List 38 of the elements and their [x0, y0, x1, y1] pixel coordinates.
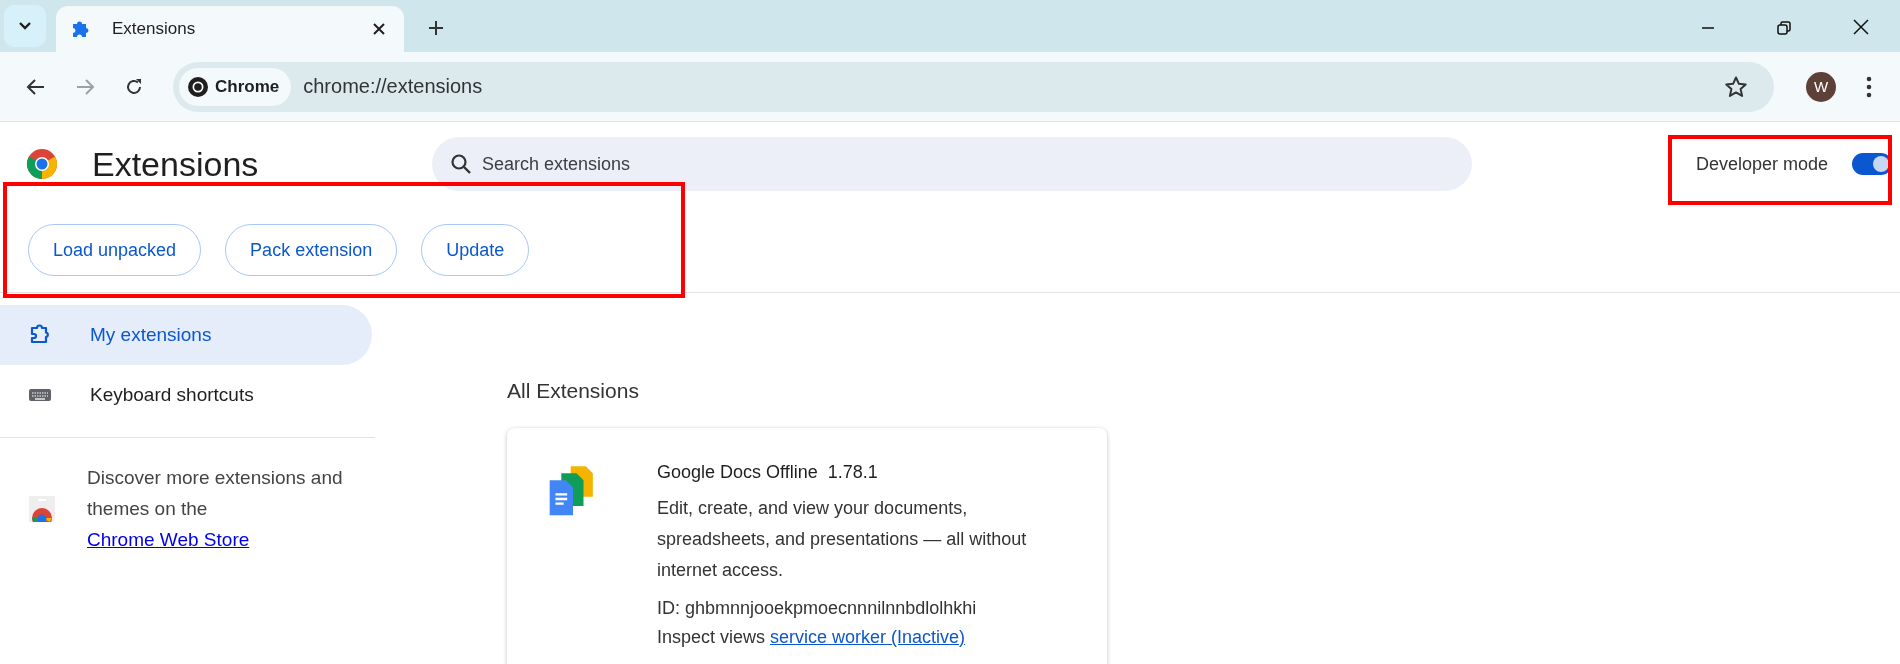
extension-name: Google Docs Offline — [657, 462, 818, 483]
action-button[interactable]: Pack extension — [225, 224, 398, 276]
close-icon[interactable] — [1852, 18, 1870, 36]
sidebar-item[interactable]: Keyboard shortcuts — [0, 365, 372, 425]
close-icon[interactable] — [372, 22, 386, 36]
developer-mode-label: Developer mode — [1695, 153, 1828, 175]
plus-icon[interactable] — [428, 20, 444, 36]
reload-icon[interactable] — [124, 76, 144, 97]
puzzle-piece-icon — [70, 19, 90, 39]
inspect-views-label: Inspect views — [657, 627, 766, 647]
restore-icon[interactable] — [1776, 20, 1792, 36]
chevron-down-icon — [18, 21, 32, 31]
more-vertical-icon[interactable] — [1866, 75, 1872, 98]
web-store-icon — [29, 495, 55, 522]
extension-description: Edit, create, and view your documents, spreadsheets, and presentations — all without internet access. — [657, 497, 1028, 582]
browser-tab[interactable]: Extensions — [56, 6, 404, 52]
tab-title: Extensions — [112, 19, 197, 39]
address-bar[interactable]: Chrome chrome://extensions — [173, 61, 1774, 112]
site-chip[interactable]: Chrome — [179, 67, 292, 106]
service-worker-link[interactable]: service worker (Inactive) — [770, 627, 966, 647]
profile-avatar[interactable]: W — [1806, 71, 1836, 102]
section-title: All Extensions — [507, 379, 640, 404]
extension-version: 1.78.1 — [827, 462, 878, 483]
chrome-logo-icon — [187, 75, 209, 98]
sidebar-item[interactable]: My extensions — [0, 305, 372, 365]
action-button[interactable]: Update — [421, 224, 530, 276]
url-text: chrome://extensions — [303, 75, 483, 98]
back-arrow-icon[interactable] — [26, 76, 46, 97]
web-store-promo-text: Discover more extensions and themes on the Chrome Web Store — [87, 466, 344, 552]
site-chip-label: Chrome — [215, 76, 280, 97]
star-icon[interactable] — [1724, 74, 1748, 99]
search-field[interactable]: Search extensions — [432, 137, 1472, 191]
web-store-link[interactable]: Chrome Web Store — [87, 529, 250, 550]
action-button[interactable]: Load unpacked — [28, 224, 202, 276]
extension-id: ID: ghbmnnjooekpmoecnnnilnnbdlolhkhi — [657, 598, 978, 619]
page-title: Extensions — [92, 144, 260, 184]
chrome-logo-icon — [26, 148, 58, 180]
keyboard-icon — [28, 387, 52, 403]
